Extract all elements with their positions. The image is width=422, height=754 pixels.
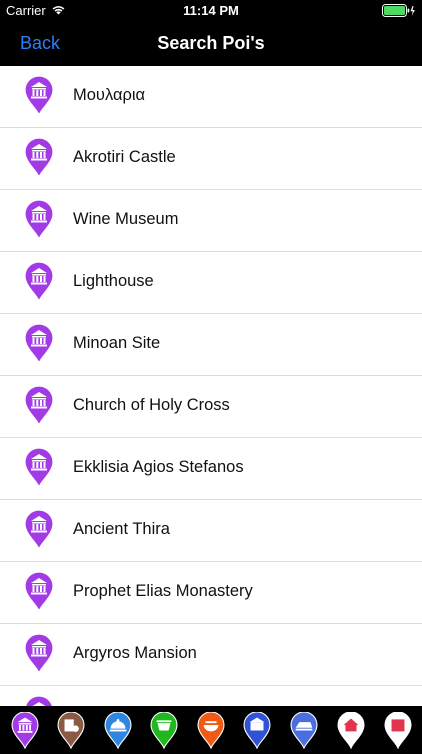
poi-list-item[interactable]: Church of Holy Cross: [0, 376, 422, 438]
poi-list-item[interactable]: Argyros Mansion: [0, 624, 422, 686]
poi-list-item[interactable]: Ancient Thira: [0, 500, 422, 562]
tab-home[interactable]: [337, 711, 365, 753]
info-icon: [384, 711, 412, 753]
transport-icon: [290, 711, 318, 753]
page-title: Search Poi's: [157, 33, 265, 53]
poi-label: Akrotiri Castle: [73, 148, 176, 166]
poi-list-item[interactable]: Akrotiri Castle: [0, 128, 422, 190]
poi-list[interactable]: Μουλαρια Akrotiri Castle Wine Museum Lighth…: [0, 66, 422, 706]
tab-food[interactable]: [197, 711, 225, 753]
status-time: 11:14 PM: [183, 3, 239, 18]
battery-icon: [382, 4, 416, 21]
category-tab-bar: [0, 706, 422, 750]
poi-label: Prophet Elias Monastery: [73, 582, 253, 600]
cafe-icon: [150, 711, 178, 753]
museum-icon: [24, 323, 54, 365]
tab-cafe[interactable]: [150, 711, 178, 753]
tab-transport[interactable]: [290, 711, 318, 753]
tab-museum[interactable]: [11, 711, 39, 753]
museum-icon: [24, 199, 54, 241]
museum-icon: [24, 633, 54, 675]
tab-info[interactable]: [384, 711, 412, 753]
museum-icon: [24, 509, 54, 551]
shop-icon: [243, 711, 271, 753]
poi-list-item[interactable]: Prophet Elias Monastery: [0, 562, 422, 624]
museum-icon: [24, 137, 54, 179]
status-right: [382, 4, 416, 21]
museum-icon: [24, 571, 54, 613]
restaurant-icon: [104, 711, 132, 753]
poi-list-item[interactable]: Wine Museum: [0, 190, 422, 252]
museum-icon: [24, 75, 54, 117]
food-icon: [197, 711, 225, 753]
poi-label: Lighthouse: [73, 272, 154, 290]
poi-label: Ekklisia Agios Stefanos: [73, 458, 244, 476]
museum-icon: [24, 447, 54, 489]
museum-icon: [11, 711, 39, 753]
poi-list-item-partial[interactable]: [0, 686, 422, 706]
status-bar: Carrier 11:14 PM: [0, 0, 422, 22]
poi-label: Minoan Site: [73, 334, 161, 352]
poi-label: Ancient Thira: [73, 520, 170, 538]
museum-icon: [24, 385, 54, 427]
poi-label: Argyros Mansion: [73, 644, 197, 662]
tab-shop[interactable]: [243, 711, 271, 753]
poi-list-item[interactable]: Ekklisia Agios Stefanos: [0, 438, 422, 500]
tab-hotel[interactable]: [57, 711, 85, 753]
poi-list-item[interactable]: Μουλαρια: [0, 66, 422, 128]
navigation-bar: Back Search Poi's: [0, 22, 422, 66]
poi-label: Μουλαρια: [73, 86, 146, 104]
tab-restaurant[interactable]: [104, 711, 132, 753]
home-icon: [337, 711, 365, 753]
poi-list-item[interactable]: Lighthouse: [0, 252, 422, 314]
museum-icon: [24, 261, 54, 303]
poi-list-item[interactable]: Minoan Site: [0, 314, 422, 376]
hotel-icon: [57, 711, 85, 753]
museum-icon: [24, 695, 54, 706]
poi-label: Church of Holy Cross: [73, 396, 230, 414]
poi-label: Wine Museum: [73, 210, 179, 228]
